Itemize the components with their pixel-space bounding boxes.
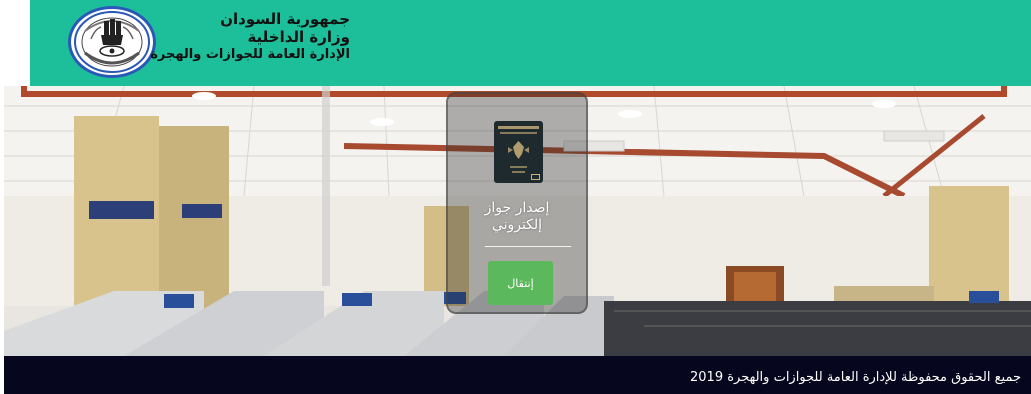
ministry-name: وزارة الداخلية <box>247 28 350 46</box>
site-footer: جميع الحقوق محفوظة للإدارة العامة للجواز… <box>4 356 1031 394</box>
passport-service-card[interactable]: إصدار جواز إلكتروني إنتقال <box>446 92 588 314</box>
country-name: جمهورية السودان <box>220 10 350 28</box>
organization-name: جمهورية السودان وزارة الداخلية الإدارة ا… <box>150 10 350 64</box>
card-title-line2: إلكتروني <box>491 217 543 233</box>
sudan-passport-icon <box>494 121 543 183</box>
enter-button[interactable]: إنتقال <box>488 261 553 305</box>
police-emblem-icon <box>68 6 156 78</box>
card-title-line1: إصدار جواز <box>484 200 550 216</box>
department-name: الإدارة العامة للجوازات والهجرة <box>150 47 350 62</box>
hero-background-photo: إصدار جواز إلكتروني إنتقال <box>4 86 1031 356</box>
site-header: جمهورية السودان وزارة الداخلية الإدارة ا… <box>30 0 1031 86</box>
card-title: إصدار جواز إلكتروني <box>448 200 586 234</box>
card-divider <box>485 246 571 247</box>
copyright-text: جميع الحقوق محفوظة للإدارة العامة للجواز… <box>690 370 1021 385</box>
